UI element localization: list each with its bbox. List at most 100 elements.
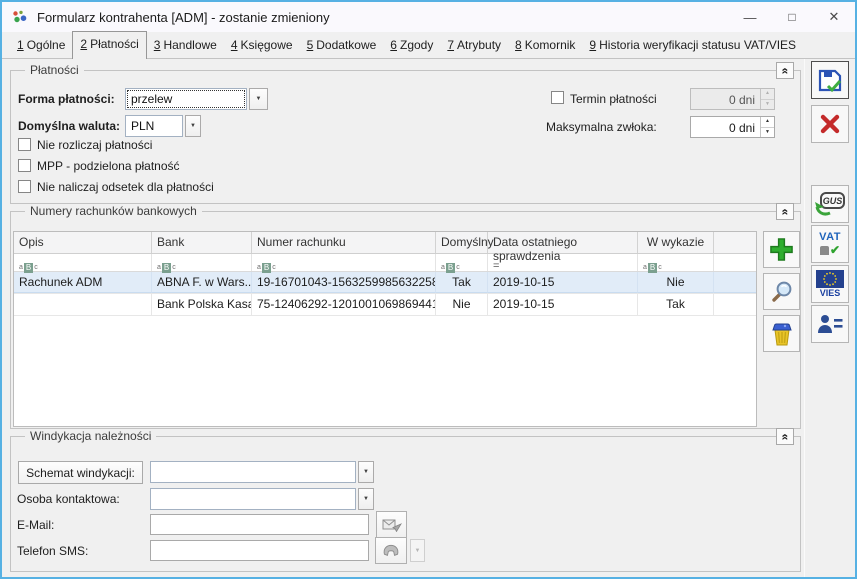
column-header-domyslny[interactable]: Domyślny — [436, 232, 488, 253]
filter-data[interactable]: = — [488, 254, 638, 271]
telefon-sms-input[interactable] — [150, 540, 369, 561]
tab-platnosci[interactable]: 2Płatności — [72, 31, 146, 59]
tab-handlowe[interactable]: 3Handlowe — [147, 33, 224, 58]
schemat-windykacji-combo[interactable] — [150, 461, 356, 483]
gus-button[interactable]: GUS — [811, 185, 849, 223]
spin-up-icon[interactable]: ▲ — [761, 89, 774, 100]
filter-numer[interactable]: aBc — [252, 254, 436, 271]
send-email-button[interactable] — [376, 511, 407, 538]
view-account-button[interactable] — [763, 273, 800, 310]
forma-platnosci-dropdown-button[interactable]: ▼ — [249, 88, 268, 110]
tab-dodatkowe[interactable]: 5Dodatkowe — [300, 33, 384, 58]
mpp-label[interactable]: MPP - podzielona płatność — [37, 159, 180, 173]
delete-account-button[interactable] — [763, 315, 800, 352]
send-sms-button[interactable] — [375, 537, 407, 564]
text-filter-icon: aBc — [157, 263, 176, 273]
domyslna-waluta-label: Domyślna waluta: — [18, 119, 120, 133]
text-filter-icon: aBc — [19, 263, 38, 273]
column-header-wykaz[interactable]: W wykazie — [638, 232, 714, 253]
group-title: Windykacja należności — [25, 429, 156, 444]
tab-ogolne[interactable]: 1Ogólne — [10, 33, 72, 58]
cell-opis[interactable] — [14, 294, 152, 315]
termin-platnosci-checkbox[interactable] — [551, 91, 564, 104]
collapse-windykacja-button[interactable]: « — [776, 428, 794, 445]
osoba-kontaktowa-dropdown-button[interactable]: ▼ — [358, 488, 374, 510]
tab-label: Handlowe — [163, 38, 216, 52]
forma-platnosci-combo[interactable]: przelew — [125, 88, 247, 110]
column-header-opis[interactable]: Opis — [14, 232, 152, 253]
termin-platnosci-label[interactable]: Termin płatności — [570, 92, 657, 106]
cell-opis[interactable]: Rachunek ADM — [14, 272, 152, 293]
cell-wykaz[interactable]: Tak — [638, 294, 714, 315]
chevron-up-icon: « — [779, 433, 791, 440]
domyslna-waluta-combo[interactable]: PLN — [125, 115, 183, 137]
chevron-up-icon: « — [779, 67, 791, 74]
filter-wykaz[interactable]: aBc — [638, 254, 714, 271]
minimize-button[interactable]: — — [729, 2, 771, 32]
nie-rozliczaj-checkbox[interactable] — [18, 138, 31, 151]
maximize-button[interactable]: □ — [771, 2, 813, 32]
tab-number: 8 — [515, 38, 522, 52]
tab-number: 5 — [307, 38, 314, 52]
sms-options-dropdown-button[interactable]: ▼ — [410, 539, 425, 562]
termin-platnosci-spinner[interactable]: 0 dni ▲▼ — [690, 88, 775, 110]
mpp-checkbox[interactable] — [18, 159, 31, 172]
column-header-bank[interactable]: Bank — [152, 232, 252, 253]
chevron-down-icon: ▼ — [190, 123, 196, 129]
column-header-data[interactable]: Data ostatniego sprawdzenia — [488, 232, 638, 253]
check-icon: ✔ — [830, 244, 840, 256]
filter-domyslny[interactable]: aBc — [436, 254, 488, 271]
schemat-windykacji-dropdown-button[interactable]: ▼ — [358, 461, 374, 483]
osoba-kontaktowa-combo[interactable] — [150, 488, 356, 510]
tab-zgody[interactable]: 6Zgody — [383, 33, 440, 58]
cell-bank[interactable]: ABNA F. w Wars... — [152, 272, 252, 293]
nie-naliczaj-odsetek-checkbox[interactable] — [18, 180, 31, 193]
collapse-rachunki-button[interactable]: « — [776, 203, 794, 220]
add-account-button[interactable] — [763, 231, 800, 268]
close-button[interactable]: ✕ — [813, 2, 855, 32]
column-header-numer[interactable]: Numer rachunku — [252, 232, 436, 253]
save-button[interactable] — [811, 61, 849, 99]
contractor-form-window: Formularz kontrahenta [ADM] - zostanie z… — [0, 0, 857, 579]
tab-historia-vat-vies[interactable]: 9Historia weryfikacji statusu VAT/VIES — [582, 33, 803, 58]
tab-label: Ogólne — [27, 38, 66, 52]
spin-up-icon[interactable]: ▲ — [761, 117, 774, 128]
nie-rozliczaj-label[interactable]: Nie rozliczaj płatności — [37, 138, 152, 152]
tab-label: Komornik — [525, 38, 576, 52]
svg-text:GUS: GUS — [823, 196, 843, 206]
tab-atrybuty[interactable]: 7Atrybuty — [440, 33, 508, 58]
cancel-button[interactable] — [811, 105, 849, 143]
nie-naliczaj-odsetek-label[interactable]: Nie naliczaj odsetek dla płatności — [37, 180, 214, 194]
group-title: Numery rachunków bankowych — [25, 204, 202, 219]
domyslna-waluta-dropdown-button[interactable]: ▼ — [185, 115, 201, 137]
contact-card-button[interactable] — [811, 305, 849, 343]
vat-label: VAT — [819, 232, 841, 243]
filter-opis[interactable]: aBc — [14, 254, 152, 271]
cell-domyslny[interactable]: Nie — [436, 294, 488, 315]
filter-bank[interactable]: aBc — [152, 254, 252, 271]
cell-numer[interactable]: 19-16701043-1563259985632258 — [252, 272, 436, 293]
cell-wykaz[interactable]: Nie — [638, 272, 714, 293]
email-input[interactable] — [150, 514, 369, 535]
vies-button[interactable]: VIES — [811, 265, 849, 303]
tab-bar: 1Ogólne 2Płatności 3Handlowe 4Księgowe 5… — [2, 32, 855, 59]
spin-down-icon[interactable]: ▼ — [761, 128, 774, 138]
cell-domyslny[interactable]: Tak — [436, 272, 488, 293]
toolbar-divider — [804, 59, 805, 577]
table-row[interactable]: Rachunek ADM ABNA F. w Wars... 19-167010… — [14, 272, 756, 294]
spin-down-icon[interactable]: ▼ — [761, 100, 774, 110]
cell-bank[interactable]: Bank Polska Kasa... — [152, 294, 252, 315]
maksymalna-zwloka-spinner[interactable]: 0 dni ▲▼ — [690, 116, 775, 138]
tab-ksiegowe[interactable]: 4Księgowe — [224, 33, 300, 58]
platnosci-group: Płatności « Forma płatności: przelew ▼ D… — [10, 70, 801, 204]
table-row[interactable]: Bank Polska Kasa... 75-12406292-12010010… — [14, 294, 756, 316]
cell-data[interactable]: 2019-10-15 — [488, 294, 638, 315]
cell-data[interactable]: 2019-10-15 — [488, 272, 638, 293]
collapse-platnosci-button[interactable]: « — [776, 62, 794, 79]
termin-platnosci-value: 0 dni — [691, 89, 760, 109]
tab-label: Historia weryfikacji statusu VAT/VIES — [599, 38, 796, 52]
vat-check-button[interactable]: VAT ✔ — [811, 225, 849, 263]
schemat-windykacji-button[interactable]: Schemat windykacji: — [18, 461, 143, 484]
tab-komornik[interactable]: 8Komornik — [508, 33, 582, 58]
cell-numer[interactable]: 75-12406292-1201001069869441 — [252, 294, 436, 315]
